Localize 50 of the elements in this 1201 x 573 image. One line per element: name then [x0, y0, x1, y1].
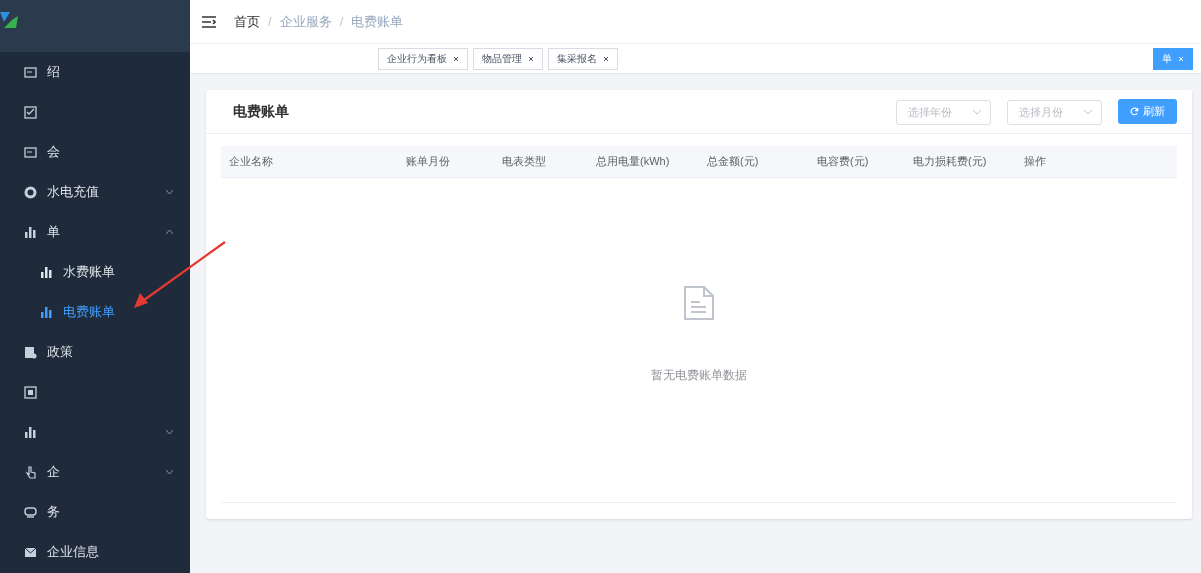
robot-icon	[24, 505, 37, 519]
frame-icon	[24, 385, 37, 399]
page-tab[interactable]: 物品管理	[473, 47, 543, 70]
page-tab[interactable]: 集采报名	[548, 47, 618, 70]
column-header: 账单月份	[405, 154, 451, 170]
chevron-down-icon	[1083, 109, 1093, 115]
document-icon	[24, 345, 37, 359]
bar-chart-icon	[40, 305, 53, 319]
column-header: 总金额(元)	[706, 154, 760, 170]
close-icon[interactable]	[603, 55, 609, 62]
column-header: 企业名称	[228, 154, 274, 170]
empty-message: 暂无电费账单数据	[651, 367, 747, 384]
menu-item[interactable]: 企	[0, 452, 190, 492]
submenu-item[interactable]: 水费账单	[0, 252, 190, 292]
breadcrumb-separator: /	[339, 12, 344, 31]
select-field[interactable]: 选择年份	[896, 99, 991, 125]
menu-item[interactable]: 会	[0, 132, 190, 172]
breadcrumb-current: 电费账单	[351, 12, 404, 31]
menu-item[interactable]: 单	[0, 212, 190, 252]
menu-item[interactable]: 绍	[0, 52, 190, 92]
menu-item[interactable]: 水电充值	[0, 172, 190, 212]
submenu-item[interactable]: 电费账单	[0, 292, 190, 332]
close-icon[interactable]	[528, 55, 534, 62]
hand-icon	[24, 465, 37, 479]
column-header: 电力损耗费(元)	[912, 154, 988, 170]
bar-chart-icon	[24, 425, 37, 439]
menu-item[interactable]: 企业信息	[0, 532, 190, 572]
column-header: 操作	[1023, 154, 1047, 170]
bar-chart-icon	[40, 265, 53, 279]
breadcrumb-separator: /	[268, 12, 272, 31]
select-field[interactable]: 选择月份	[1007, 99, 1102, 125]
refresh-icon	[1130, 107, 1139, 116]
menu-fold-icon[interactable]	[202, 15, 216, 28]
bar-chart-icon	[24, 225, 37, 239]
card-title: 电费账单	[233, 102, 289, 121]
checkbox-icon	[24, 105, 37, 119]
column-header: 总用电量(kWh)	[595, 154, 671, 170]
column-header: 电表类型	[501, 154, 547, 170]
ring-icon	[24, 185, 37, 199]
card-icon	[24, 65, 37, 79]
menu-item[interactable]: 务	[0, 492, 190, 532]
chevron-down-icon	[972, 109, 982, 115]
column-header: 电容费(元)	[816, 154, 870, 170]
empty-document-icon	[684, 286, 714, 320]
breadcrumb-link[interactable]: 首页	[234, 11, 260, 32]
close-icon[interactable]	[453, 55, 459, 62]
card-icon	[24, 145, 37, 159]
mail-icon	[24, 545, 37, 559]
menu-item[interactable]: 政策	[0, 332, 190, 372]
page-tab[interactable]: 企业行为看板	[378, 47, 468, 70]
